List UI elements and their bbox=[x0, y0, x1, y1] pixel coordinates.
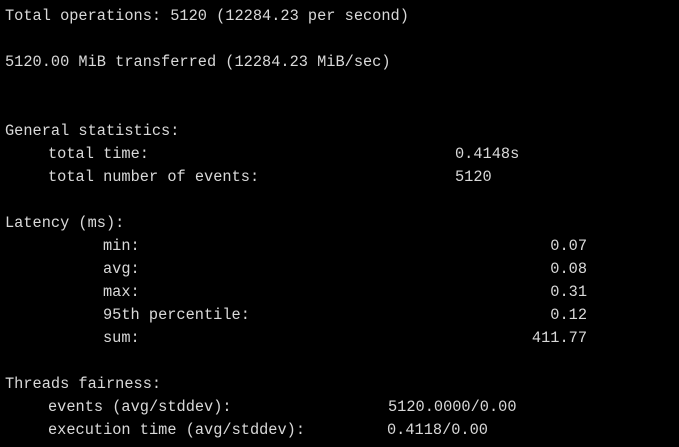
fairness-events-value: 5120.0000/0.00 bbox=[388, 398, 517, 416]
total-time-label: total time: bbox=[48, 145, 149, 163]
latency-max-label: max: bbox=[103, 283, 140, 301]
total-events-value: 5120 bbox=[455, 168, 492, 186]
transferred-line: 5120.00 MiB transferred (12284.23 MiB/se… bbox=[5, 53, 391, 71]
latency-p95-label: 95th percentile: bbox=[103, 306, 250, 324]
latency-sum-value: 411.77 bbox=[531, 329, 587, 347]
latency-avg-label: avg: bbox=[103, 260, 140, 278]
latency-heading: Latency (ms): bbox=[5, 214, 125, 232]
total-time-value: 0.4148s bbox=[455, 145, 520, 163]
fairness-exec-time-value: 0.4118/0.00 bbox=[387, 421, 488, 439]
fairness-events-label: events (avg/stddev): bbox=[48, 398, 232, 416]
latency-p95-value: 0.12 bbox=[550, 306, 587, 324]
fairness-exec-time-label: execution time (avg/stddev): bbox=[48, 421, 306, 439]
latency-max-value: 0.31 bbox=[550, 283, 587, 301]
latency-min-label: min: bbox=[103, 237, 140, 255]
total-operations-line: Total operations: 5120 (12284.23 per sec… bbox=[5, 7, 409, 25]
general-statistics-heading: General statistics: bbox=[5, 122, 180, 140]
terminal-output: Total operations: 5120 (12284.23 per sec… bbox=[0, 0, 679, 447]
total-events-label: total number of events: bbox=[48, 168, 260, 186]
latency-min-value: 0.07 bbox=[550, 237, 587, 255]
latency-avg-value: 0.08 bbox=[550, 260, 587, 278]
latency-sum-label: sum: bbox=[103, 329, 140, 347]
threads-fairness-heading: Threads fairness: bbox=[5, 375, 162, 393]
